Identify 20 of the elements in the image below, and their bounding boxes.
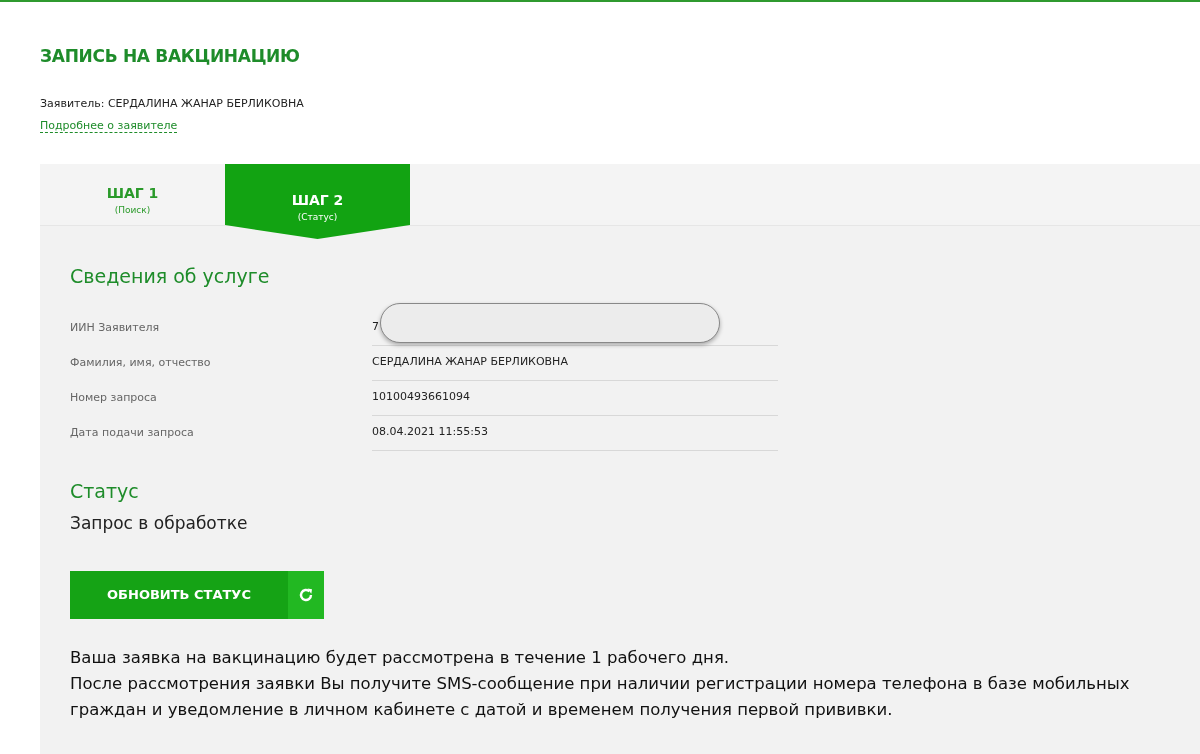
section-heading: Статус xyxy=(70,478,140,504)
status-text: Запрос в обработке xyxy=(70,512,249,535)
refresh-status-button[interactable]: ОБНОВИТЬ СТАТУС xyxy=(70,570,324,619)
field-value: 10100493661094 xyxy=(372,389,470,406)
field-label: Дата подачи запроса xyxy=(70,424,195,441)
field-value: 08.04.2021 11:55:53 xyxy=(372,424,488,441)
field-label: Фамилия, имя, отчество xyxy=(70,354,212,371)
applicant-text: Заявитель: СЕРДАЛИНА ЖАНАР БЕРЛИКОВНА xyxy=(40,95,305,112)
field-value: 7 xyxy=(372,319,379,336)
page-title: ЗАПИСЬ НА ВАКЦИНАЦИЮ xyxy=(40,45,301,68)
section-heading: Сведения об услуге xyxy=(70,264,271,289)
field-label: Номер запроса xyxy=(70,389,158,406)
info-text: После рассмотрения заявки Вы получите SMS-сообщение при наличии регистрации номера телефона в базе мобильных граждан и уведомление в личном кабинете с датой и временем получения первой прививки. xyxy=(70,672,1131,722)
step-tab[interactable]: ШАГ 2 (Статус) xyxy=(225,164,410,239)
applicant-link[interactable]: Подробнее о заявителе xyxy=(40,119,178,133)
step-tab[interactable]: ШАГ 1 (Поиск) xyxy=(40,164,225,225)
field-label: ИИН Заявителя xyxy=(70,319,161,336)
refresh-icon xyxy=(298,586,314,603)
field-value: СЕРДАЛИНА ЖАНАР БЕРЛИКОВНА xyxy=(372,354,568,371)
info-text: Ваша заявка на вакцинацию будет рассмотрена в течение 1 рабочего дня. xyxy=(70,646,731,669)
